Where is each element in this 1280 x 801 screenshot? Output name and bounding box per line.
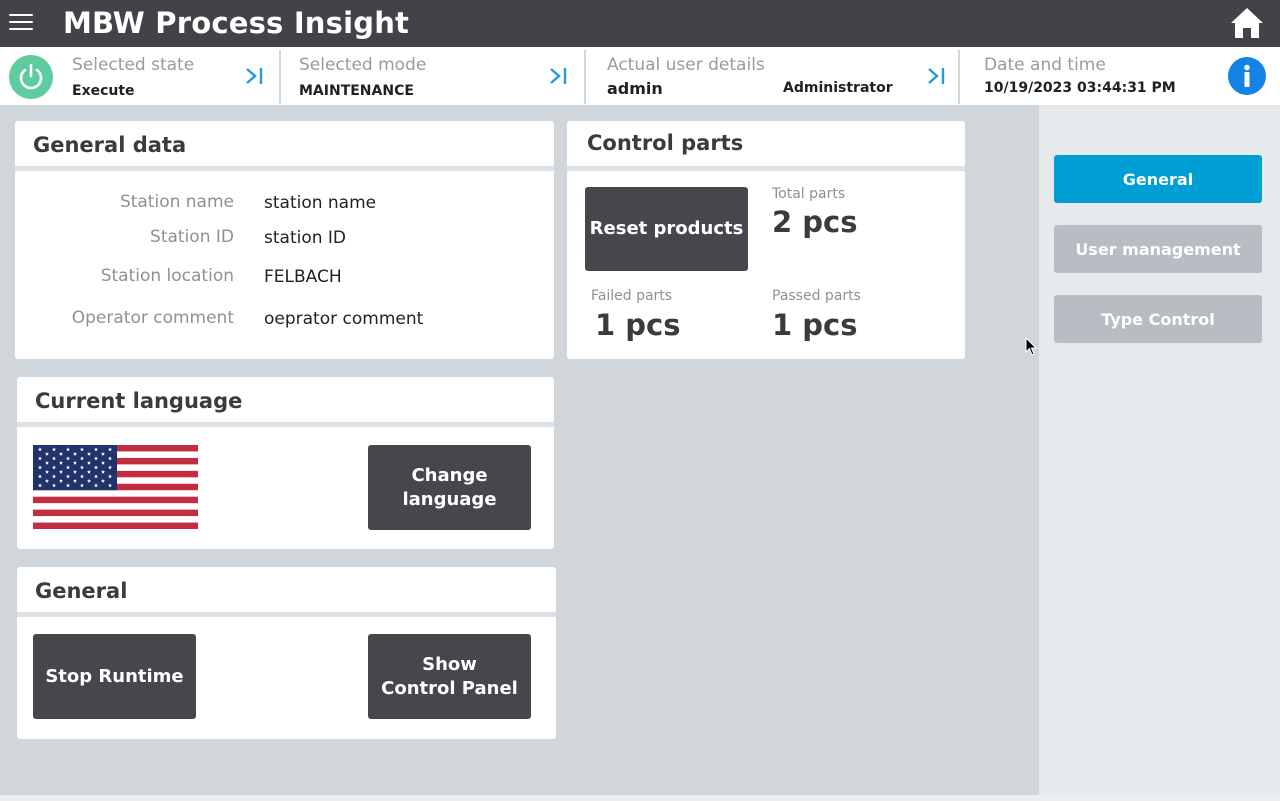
panel-title: Current language [35,389,243,413]
power-icon [19,63,43,90]
selected-state-value: Execute [72,83,135,99]
operator-comment-label: Operator comment [71,308,234,328]
right-sidebar: General User management Type Control [1039,105,1280,795]
us-flag-icon [33,445,198,529]
app-title: MBW Process Insight [63,6,410,40]
user-management-button[interactable]: User management [1054,225,1262,273]
operator-comment-value: oeprator comment [264,309,424,329]
control-parts-panel: Control parts Reset products Total parts… [567,121,965,359]
reset-products-button[interactable]: Reset products [585,187,748,271]
total-parts-value: 2 pcs [772,205,858,239]
date-time-value: 10/19/2023 03:44:31 PM [984,80,1176,96]
selected-state-label: Selected state [72,55,195,75]
type-control-button[interactable]: Type Control [1054,295,1262,343]
station-location-label: Station location [100,266,234,286]
show-control-panel-button[interactable]: Show Control Panel [368,634,531,719]
failed-parts-label: Failed parts [591,288,673,304]
date-time-label: Date and time [984,55,1106,75]
skip-end-icon[interactable] [926,65,948,87]
user-details-label: Actual user details [607,55,765,75]
divider [279,50,281,104]
station-name-value: station name [264,193,377,213]
station-location-value: FELBACH [264,267,342,287]
divider [17,422,554,427]
selected-mode-label: Selected mode [299,55,427,75]
current-language-panel: Current language Change language [17,377,554,549]
divider [567,166,965,171]
info-glyph [1244,64,1250,87]
divider [17,612,556,617]
button-line: Control Panel [381,677,518,699]
button-line: Change [411,464,488,486]
mouse-cursor-icon [1025,337,1038,356]
divider [15,166,554,171]
button-line: language [402,488,497,510]
panel-title: Control parts [587,131,744,155]
general-panel: General Stop Runtime Show Control Panel [17,567,556,739]
general-data-panel: General data Station name station name S… [15,121,554,359]
general-button[interactable]: General [1054,155,1262,203]
top-bar: MBW Process Insight [0,0,1280,47]
station-id-label: Station ID [150,227,234,247]
change-language-button[interactable]: Change language [368,445,531,530]
station-name-label: Station name [119,192,234,212]
selected-mode-value: MAINTENANCE [299,83,414,99]
button-line: Show [422,653,477,675]
panel-title: General data [33,133,187,157]
station-id-value: station ID [264,228,347,248]
power-button[interactable] [9,55,53,99]
passed-parts-label: Passed parts [772,288,861,304]
skip-end-icon[interactable] [244,65,266,87]
divider [584,50,586,104]
bottom-strip [0,795,1280,801]
user-name: admin [607,79,663,98]
user-role: Administrator [783,80,893,96]
passed-parts-value: 1 pcs [772,308,858,342]
total-parts-label: Total parts [772,186,846,202]
home-icon[interactable] [1229,6,1265,40]
skip-end-icon[interactable] [548,65,570,87]
status-bar: Selected state Execute Selected mode MAI… [0,47,1280,105]
divider [958,50,960,104]
info-icon[interactable] [1228,57,1266,95]
failed-parts-value: 1 pcs [595,308,681,342]
panel-title: General [35,579,128,603]
stop-runtime-button[interactable]: Stop Runtime [33,634,196,719]
menu-icon[interactable] [9,14,33,32]
